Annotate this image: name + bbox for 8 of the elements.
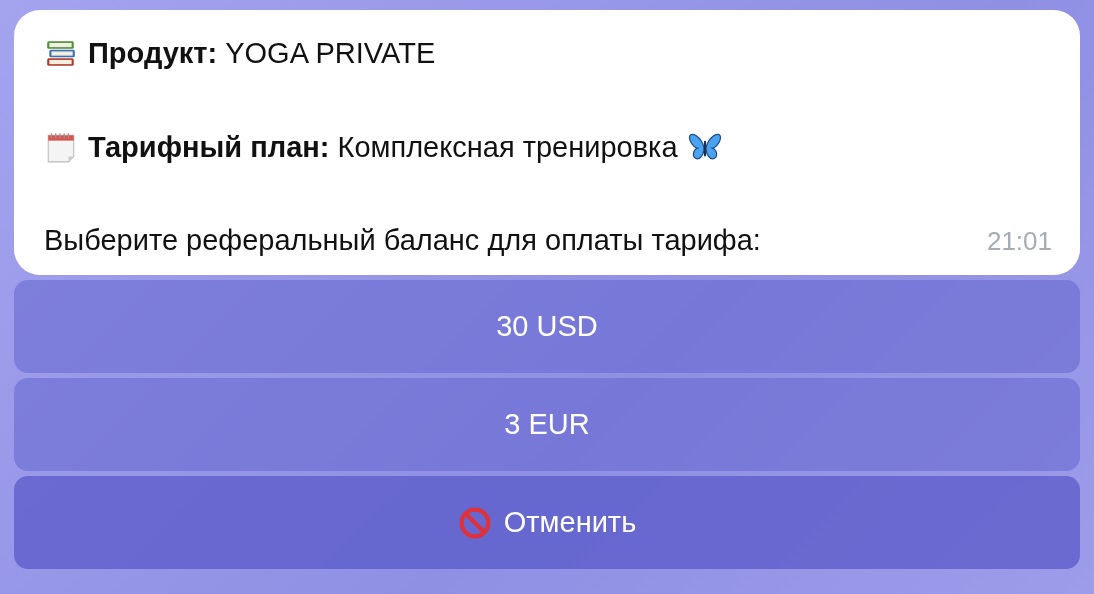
message-text: Выберите реферальный баланс для оплаты тарифа: [44,224,761,257]
prohibited-icon [457,505,492,540]
message-text: Продукт: YOGA PRIVATE [88,36,436,70]
option-button[interactable]: 30 USD [14,280,1080,373]
option-button[interactable]: 3 EUR [14,378,1080,471]
cancel-button[interactable]: Отменить [14,476,1080,569]
message-time: 21:01 [986,226,1052,257]
message-text: Тарифный план: Комплексная тренировка [88,130,678,164]
